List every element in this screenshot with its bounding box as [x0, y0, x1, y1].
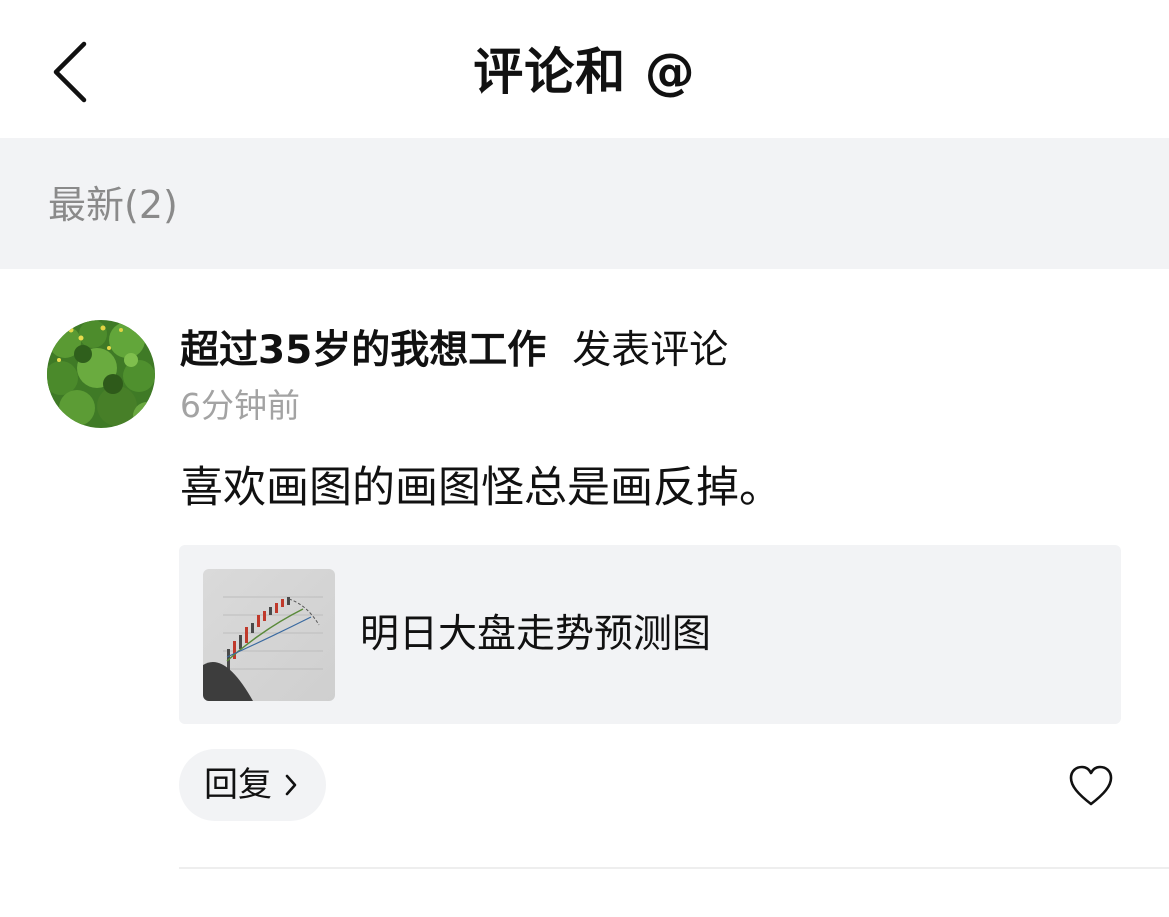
- green-foliage-photo: [47, 320, 155, 428]
- section-label: 最新(2): [48, 183, 178, 227]
- comment-text: 喜欢画图的画图怪总是画反掉。: [180, 463, 782, 513]
- timestamp: 6分钟前: [180, 386, 300, 425]
- page-title: 评论和 @: [473, 43, 696, 101]
- chevron-right-icon: [285, 774, 297, 796]
- quoted-post-thumbnail: [203, 569, 335, 701]
- reply-button[interactable]: 回复: [179, 749, 326, 821]
- comment-header: 超过35岁的我想工作 发表评论: [180, 322, 728, 380]
- like-button[interactable]: [1068, 764, 1114, 808]
- quoted-post-card[interactable]: 明日大盘走势预测图: [179, 545, 1121, 724]
- username[interactable]: 超过35岁的我想工作: [180, 328, 546, 373]
- heart-outline-icon: [1069, 765, 1113, 806]
- top-navigation-bar: 评论和 @: [0, 0, 1169, 138]
- stock-chart-sketch-photo: [203, 569, 335, 701]
- reply-label: 回复: [204, 765, 272, 805]
- avatar[interactable]: [47, 320, 155, 428]
- divider: [179, 867, 1169, 869]
- action-text: 发表评论: [572, 328, 729, 373]
- quoted-post-title: 明日大盘走势预测图: [360, 612, 712, 657]
